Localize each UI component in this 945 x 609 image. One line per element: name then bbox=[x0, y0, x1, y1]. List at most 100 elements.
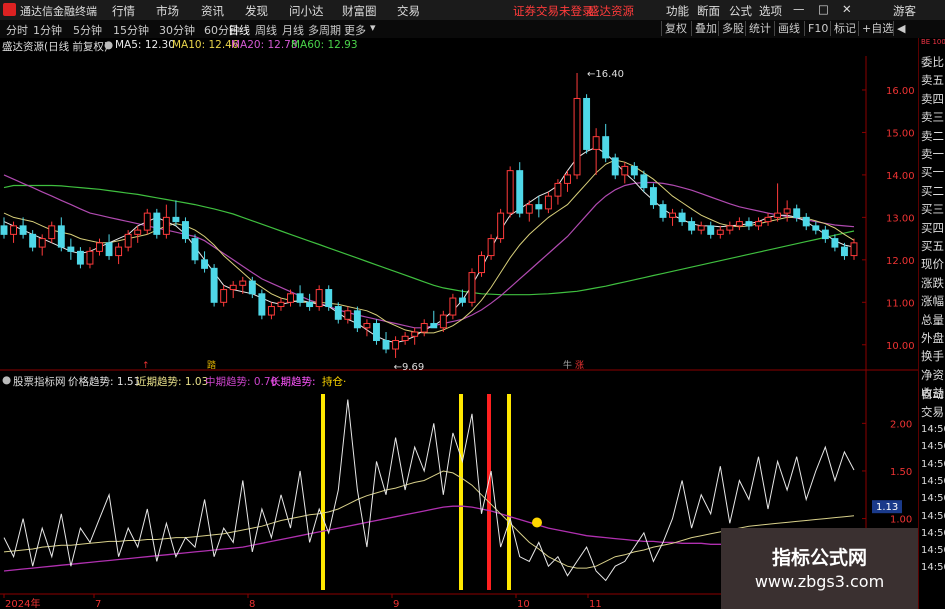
restore-icon[interactable]: □ bbox=[818, 2, 829, 16]
candle-body bbox=[659, 204, 667, 218]
menu-item-shichang[interactable]: 市场 bbox=[156, 3, 179, 19]
menu-item-caifuquan[interactable]: 财富圈 bbox=[342, 3, 377, 19]
side-item-15[interactable]: 外盘 bbox=[921, 330, 945, 346]
menu-item-gongshi[interactable]: 公式 bbox=[729, 3, 752, 19]
candle-body bbox=[458, 297, 466, 303]
side-item-5[interactable]: 卖一 bbox=[921, 146, 945, 162]
menu-item-jiaoyi[interactable]: 交易 bbox=[397, 3, 420, 19]
side-item-11[interactable]: 现价 bbox=[921, 256, 945, 272]
menu-item-faxian[interactable]: 发现 bbox=[245, 3, 268, 19]
side-item-14[interactable]: 总量 bbox=[921, 312, 945, 328]
trade-login-notice[interactable]: 证券交易未登录 bbox=[513, 3, 594, 19]
candle-body bbox=[564, 174, 571, 184]
side-item-9[interactable]: 买四 bbox=[921, 220, 945, 236]
overlay-button[interactable]: 叠加 bbox=[691, 21, 720, 36]
quote-side-panel: BE 100E 委比卖五卖四卖三卖二卖一买一买二买三买四买五现价涨跌涨幅总量外盘… bbox=[918, 38, 945, 609]
indicator-settings-icon-2[interactable]: ● bbox=[2, 374, 11, 386]
menu-item-xuanxiang[interactable]: 选项 bbox=[759, 3, 782, 19]
add-favorite-button[interactable]: +自选 bbox=[858, 21, 896, 36]
chevron-down-icon[interactable]: ▾ bbox=[370, 21, 376, 34]
mark-button[interactable]: 标记 bbox=[830, 21, 859, 36]
candle-body bbox=[716, 229, 724, 235]
ma5-legend: MA5: 12.30 bbox=[115, 39, 175, 51]
menu-item-gongneng[interactable]: 功能 bbox=[666, 3, 689, 19]
x-label-4: 10 bbox=[517, 599, 530, 609]
tab-1min[interactable]: 1分钟 bbox=[33, 22, 62, 38]
side-item-0[interactable]: 委比 bbox=[921, 54, 945, 70]
candle-body bbox=[0, 225, 8, 235]
side-item-4[interactable]: 卖二 bbox=[921, 128, 945, 144]
candle-body bbox=[669, 212, 677, 218]
near-trend-legend: 近期趋势: 1.03 bbox=[136, 376, 209, 388]
draw-line-button[interactable]: 画线 bbox=[774, 21, 803, 36]
site-watermark: 指标公式网 www.zbgs3.com bbox=[721, 528, 918, 609]
low-price-label: ←9.69 bbox=[394, 362, 425, 373]
adjust-button[interactable]: 复权 bbox=[661, 21, 690, 36]
tab-more[interactable]: 更多 bbox=[344, 22, 366, 38]
menu-item-duanmian[interactable]: 断面 bbox=[697, 3, 720, 19]
tab-15min[interactable]: 15分钟 bbox=[113, 22, 149, 38]
kline-chart-area[interactable]: 16.00 15.00 14.00 13.00 12.00 11.00 10.00 2.00… bbox=[0, 38, 918, 609]
candle-body bbox=[439, 314, 447, 329]
candle-body bbox=[468, 272, 476, 303]
candle-body bbox=[535, 204, 543, 210]
side-item-12[interactable]: 涨跌 bbox=[921, 275, 945, 291]
indicator-settings-icon[interactable]: ● bbox=[104, 39, 113, 51]
candle-body bbox=[76, 250, 84, 265]
candle-body bbox=[134, 229, 142, 235]
candle-body bbox=[401, 335, 409, 342]
multi-stock-button[interactable]: 多股 bbox=[718, 21, 747, 36]
candle-body bbox=[831, 238, 839, 248]
candle-body bbox=[124, 233, 132, 248]
indicator-legend: ● 股票指标网 价格趋势: 1.51 近期趋势: 1.03 中期趋势: 0.70… bbox=[2, 374, 702, 388]
side-item-2[interactable]: 卖四 bbox=[921, 91, 945, 107]
side-item-20[interactable]: 交易 bbox=[921, 404, 945, 420]
y-label-main-2: 14.00 bbox=[886, 171, 915, 182]
side-item-1[interactable]: 卖五 bbox=[921, 72, 945, 88]
smiley-icon bbox=[532, 517, 542, 528]
x-label-5: 11 bbox=[589, 599, 602, 609]
candle-body bbox=[38, 238, 46, 248]
candle-body bbox=[525, 204, 533, 214]
tab-5min[interactable]: 5分钟 bbox=[73, 22, 102, 38]
candle-body bbox=[229, 284, 237, 291]
statistics-button[interactable]: 统计 bbox=[745, 21, 774, 36]
stock-name-notice[interactable]: 盛达资源 bbox=[588, 3, 634, 19]
mid-trend-legend: 中期趋势: 0.70 bbox=[205, 376, 278, 388]
side-item-7[interactable]: 买二 bbox=[921, 183, 945, 199]
side-item-13[interactable]: 涨幅 bbox=[921, 293, 945, 309]
side-item-6[interactable]: 买一 bbox=[921, 164, 945, 180]
tab-monthly[interactable]: 月线 bbox=[282, 22, 304, 38]
y-label-ind-1: 1.50 bbox=[890, 467, 912, 478]
side-item-16[interactable]: 换手 bbox=[921, 348, 945, 364]
panel-toggle-button[interactable]: ◀ bbox=[893, 21, 908, 36]
candle-body bbox=[96, 242, 103, 252]
tab-30min[interactable]: 30分钟 bbox=[159, 22, 195, 38]
menu-item-hangqing[interactable]: 行情 bbox=[112, 3, 135, 19]
tab-fenshi[interactable]: 分时 bbox=[6, 22, 28, 38]
candle-body bbox=[573, 97, 581, 176]
tab-multi-period[interactable]: 多周期 bbox=[308, 22, 341, 38]
candle-body bbox=[411, 331, 419, 337]
side-item-19[interactable]: 自动 bbox=[921, 386, 945, 402]
side-item-3[interactable]: 卖三 bbox=[921, 109, 945, 125]
candle-body bbox=[153, 212, 161, 235]
menu-item-wenxiaoda[interactable]: 问小达 bbox=[289, 3, 324, 19]
side-item-17[interactable]: 净资 bbox=[921, 367, 945, 383]
f10-button[interactable]: F10 bbox=[804, 21, 831, 36]
tab-daily[interactable]: 日线 bbox=[228, 22, 250, 38]
guest-label[interactable]: 游客 bbox=[893, 3, 916, 19]
y-label-ind-0: 2.00 bbox=[890, 419, 912, 430]
candle-body bbox=[182, 221, 189, 240]
y-label-main-3: 13.00 bbox=[886, 213, 915, 224]
side-item-10[interactable]: 买五 bbox=[921, 238, 945, 254]
tab-weekly[interactable]: 周线 bbox=[255, 22, 277, 38]
minimize-icon[interactable]: — bbox=[793, 2, 805, 16]
menu-item-zixun[interactable]: 资讯 bbox=[201, 3, 224, 19]
side-item-23: 14:50 bbox=[921, 458, 945, 470]
red-signal-bar bbox=[487, 394, 491, 590]
side-item-8[interactable]: 买三 bbox=[921, 201, 945, 217]
main-legend: 盛达资源(日线 前复权) ● MA5: 12.30 MA10: 12.46 MA… bbox=[2, 39, 702, 53]
close-icon[interactable]: ✕ bbox=[842, 2, 852, 16]
candle-body bbox=[812, 225, 820, 231]
